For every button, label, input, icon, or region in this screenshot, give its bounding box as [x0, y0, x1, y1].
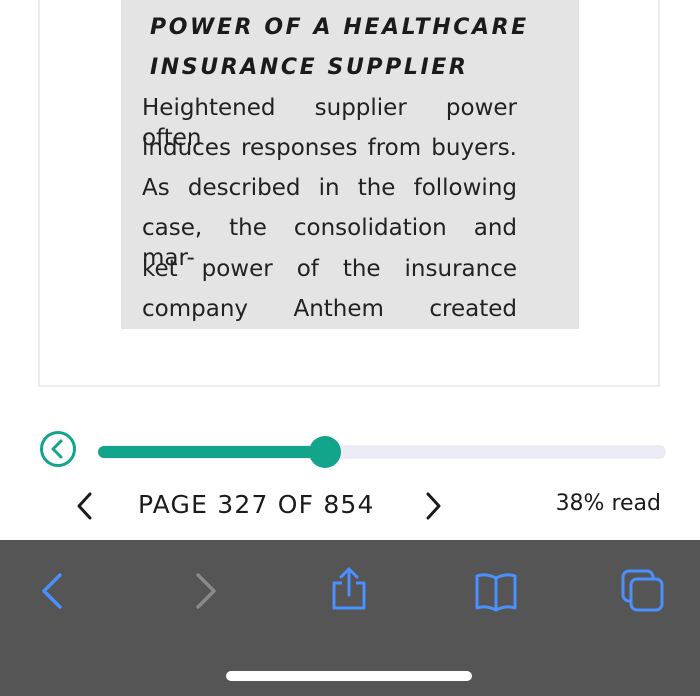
- chevron-left-icon[interactable]: [70, 486, 100, 526]
- body-line: As described in the following: [142, 175, 517, 201]
- tabs-icon[interactable]: [621, 569, 665, 613]
- chevron-left-icon[interactable]: [32, 569, 76, 613]
- reader-view: POWER OF A HEALTHCARE INSURANCE SUPPLIER…: [0, 0, 700, 540]
- chevron-right-icon: [196, 573, 216, 609]
- browser-toolbar: [0, 540, 700, 696]
- percent-read-label: 38% read: [555, 491, 661, 516]
- box-heading-line-1: POWER OF A HEALTHCARE: [150, 15, 529, 40]
- back-circle-icon[interactable]: [39, 430, 77, 468]
- book-icon[interactable]: [474, 570, 518, 614]
- home-indicator[interactable]: [226, 671, 472, 681]
- share-icon[interactable]: [327, 566, 371, 610]
- body-line: ket power of the insurance: [142, 256, 517, 282]
- box-heading-line-2: INSURANCE SUPPLIER: [150, 55, 469, 80]
- body-line: induces responses from buyers.: [142, 135, 517, 161]
- progress-slider-fill: [98, 446, 326, 458]
- body-line: company Anthem created: [142, 296, 517, 322]
- page-number-label: PAGE 327 OF 854: [138, 490, 375, 519]
- progress-slider-thumb[interactable]: [309, 436, 342, 468]
- chevron-right-icon[interactable]: [418, 486, 448, 526]
